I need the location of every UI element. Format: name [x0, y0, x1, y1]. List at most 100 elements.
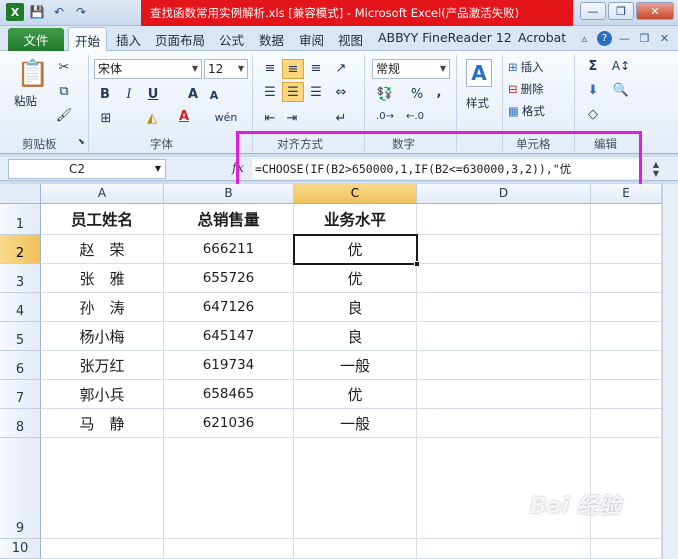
- cell-b6[interactable]: 619734: [164, 351, 294, 380]
- sort-filter-icon[interactable]: A↕: [610, 59, 632, 73]
- name-box[interactable]: C2 ▼: [8, 159, 166, 179]
- row-header-1[interactable]: 1: [0, 204, 41, 235]
- tab-formulas[interactable]: 公式: [219, 30, 244, 49]
- align-top-icon[interactable]: ≡: [260, 59, 280, 77]
- align-center-icon[interactable]: ☰: [282, 82, 304, 102]
- cell-b7[interactable]: 658465: [164, 380, 294, 409]
- phonetic-icon[interactable]: wén: [215, 111, 238, 124]
- underline-button[interactable]: U: [144, 87, 162, 102]
- cell-c5[interactable]: 良: [294, 322, 417, 351]
- row-header-3[interactable]: 3: [0, 264, 41, 293]
- cell-b3[interactable]: 655726: [164, 264, 294, 293]
- font-name-combo[interactable]: 宋体 ▼: [94, 59, 202, 79]
- vertical-scrollbar[interactable]: [662, 184, 678, 559]
- copy-icon[interactable]: ⧉: [56, 83, 72, 99]
- tab-view[interactable]: 视图: [338, 30, 363, 49]
- row-header-9[interactable]: 9: [0, 438, 41, 539]
- cell-e10[interactable]: [591, 539, 662, 559]
- column-header-e[interactable]: E: [591, 184, 662, 204]
- cell-b2[interactable]: 666211: [164, 235, 294, 264]
- tab-acrobat[interactable]: Acrobat: [518, 30, 566, 45]
- tab-data[interactable]: 数据: [259, 30, 284, 49]
- cell-d7[interactable]: [417, 380, 591, 409]
- align-left-icon[interactable]: ☰: [260, 83, 280, 101]
- cell-d3[interactable]: [417, 264, 591, 293]
- cell-d4[interactable]: [417, 293, 591, 322]
- font-size-combo[interactable]: 12 ▼: [204, 59, 248, 79]
- align-middle-icon[interactable]: ≡: [282, 59, 304, 79]
- tab-review[interactable]: 审阅: [299, 30, 324, 49]
- cell-a1[interactable]: 员工姓名: [41, 204, 164, 235]
- fill-color-icon[interactable]: ◭: [142, 111, 162, 126]
- cell-a9[interactable]: [41, 438, 164, 539]
- tab-abbyy[interactable]: ABBYY FineReader 12: [378, 30, 512, 45]
- redo-icon[interactable]: ↷: [72, 3, 90, 21]
- fill-handle[interactable]: [414, 261, 420, 267]
- clear-icon[interactable]: ◇: [584, 107, 602, 122]
- font-color-button[interactable]: A: [174, 109, 194, 124]
- cell-d2[interactable]: [417, 235, 591, 264]
- doc-close-icon[interactable]: ✕: [657, 31, 672, 46]
- column-header-b[interactable]: B: [164, 184, 294, 204]
- cell-c6[interactable]: 一般: [294, 351, 417, 380]
- cell-d5[interactable]: [417, 322, 591, 351]
- cell-c2[interactable]: 优: [294, 235, 417, 264]
- italic-button[interactable]: I: [120, 87, 138, 102]
- cell-a3[interactable]: 张 雅: [41, 264, 164, 293]
- cell-c10[interactable]: [294, 539, 417, 559]
- row-header-7[interactable]: 7: [0, 380, 41, 409]
- cell-d1[interactable]: [417, 204, 591, 235]
- comma-button[interactable]: ,: [430, 85, 448, 100]
- paste-button[interactable]: 粘贴: [14, 93, 37, 109]
- decrease-indent-icon[interactable]: ⇤: [260, 109, 280, 127]
- cell-a10[interactable]: [41, 539, 164, 559]
- cell-c4[interactable]: 良: [294, 293, 417, 322]
- merge-center-icon[interactable]: ⇔: [330, 83, 352, 101]
- select-all-corner[interactable]: [0, 184, 41, 204]
- column-header-d[interactable]: D: [417, 184, 591, 204]
- border-icon[interactable]: ⊞: [96, 111, 116, 126]
- close-button[interactable]: ✕: [636, 2, 674, 20]
- row-header-8[interactable]: 8: [0, 409, 41, 438]
- increase-decimal-icon[interactable]: .0→: [374, 111, 396, 122]
- row-header-5[interactable]: 5: [0, 322, 41, 351]
- cell-e7[interactable]: [591, 380, 662, 409]
- tab-insert[interactable]: 插入: [116, 30, 141, 49]
- cell-e1[interactable]: [591, 204, 662, 235]
- increase-indent-icon[interactable]: ⇥: [282, 109, 302, 127]
- styles-button[interactable]: 样式: [466, 95, 489, 111]
- cell-e8[interactable]: [591, 409, 662, 438]
- undo-icon[interactable]: ↶: [50, 3, 68, 21]
- shrink-font-button[interactable]: A: [206, 89, 222, 102]
- paste-icon[interactable]: 📋: [17, 57, 49, 91]
- cell-a7[interactable]: 郭小兵: [41, 380, 164, 409]
- cell-e2[interactable]: [591, 235, 662, 264]
- cell-c3[interactable]: 优: [294, 264, 417, 293]
- fill-icon[interactable]: ⬇: [584, 83, 602, 98]
- formula-expand-icon[interactable]: ▲ ▼: [649, 159, 663, 179]
- cut-icon[interactable]: ✂: [56, 59, 72, 75]
- percent-button[interactable]: %: [408, 87, 426, 102]
- align-bottom-icon[interactable]: ≡: [306, 59, 326, 77]
- help-icon[interactable]: ?: [597, 31, 612, 46]
- cell-c8[interactable]: 一般: [294, 409, 417, 438]
- insert-cells-button[interactable]: ⊞ 插入: [508, 59, 544, 75]
- tab-file[interactable]: 文件: [8, 28, 64, 51]
- doc-minimize-icon[interactable]: —: [617, 31, 632, 46]
- cell-e4[interactable]: [591, 293, 662, 322]
- orientation-icon[interactable]: ↗: [330, 59, 352, 77]
- cell-e5[interactable]: [591, 322, 662, 351]
- cell-b8[interactable]: 621036: [164, 409, 294, 438]
- cell-e3[interactable]: [591, 264, 662, 293]
- cell-d10[interactable]: [417, 539, 591, 559]
- number-format-combo[interactable]: 常规 ▼: [372, 59, 450, 79]
- format-painter-icon[interactable]: 🖌: [56, 107, 73, 123]
- cell-a4[interactable]: 孙 涛: [41, 293, 164, 322]
- cell-d8[interactable]: [417, 409, 591, 438]
- currency-icon[interactable]: 💱: [374, 87, 396, 102]
- decrease-decimal-icon[interactable]: ←.0: [404, 111, 426, 122]
- delete-cells-button[interactable]: ⊟ 删除: [508, 81, 544, 97]
- row-header-2[interactable]: 2: [0, 235, 41, 264]
- cell-a5[interactable]: 杨小梅: [41, 322, 164, 351]
- cell-a6[interactable]: 张万红: [41, 351, 164, 380]
